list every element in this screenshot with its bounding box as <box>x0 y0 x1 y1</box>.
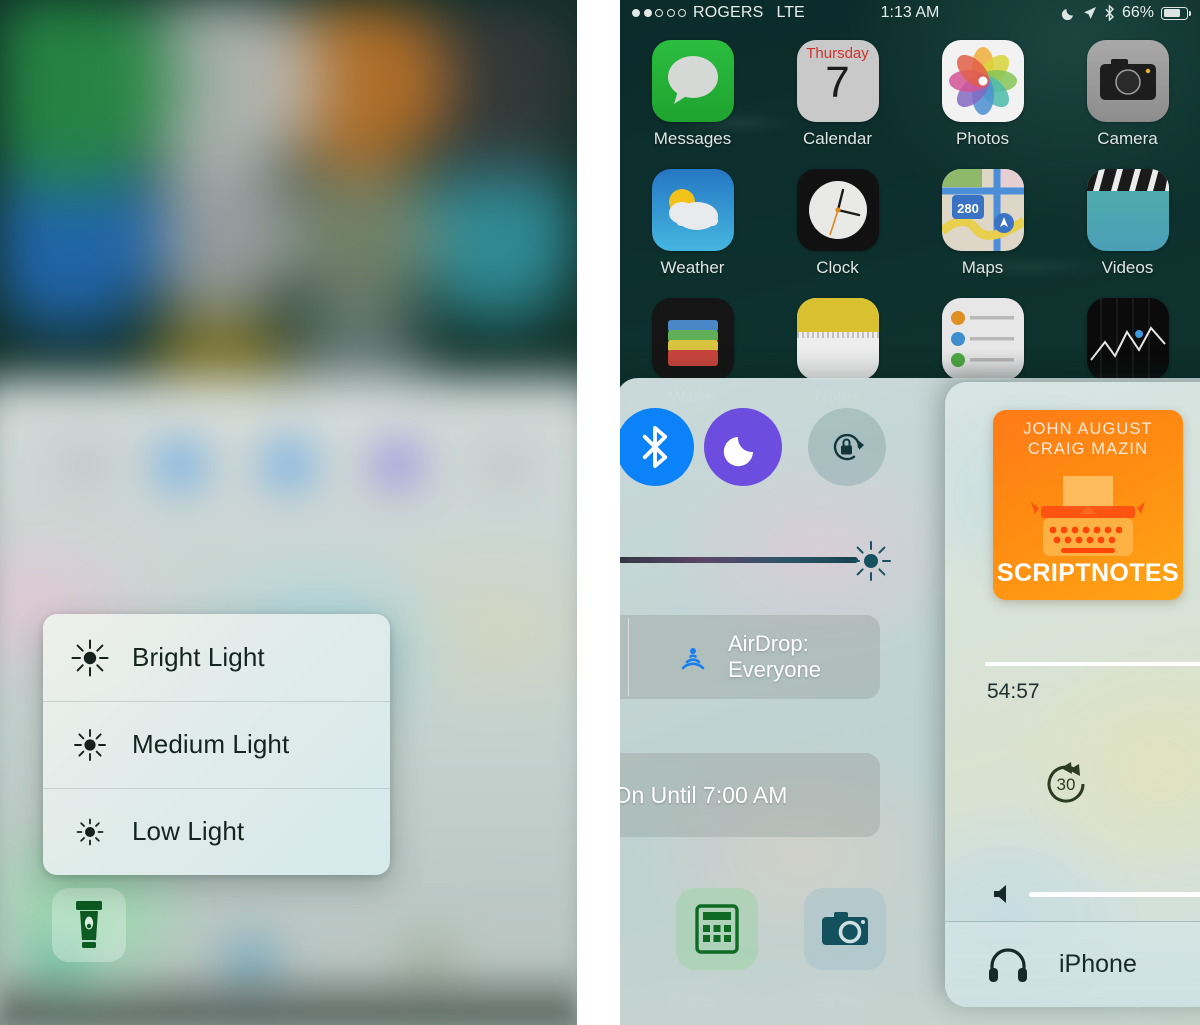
sun-low-icon <box>68 812 112 852</box>
night-shift-label: ft: On Until 7:00 AM <box>620 781 788 808</box>
now-playing-panel: JOHN AUGUST CRAIG MAZIN SCRIPTNOTES 54:5… <box>945 382 1200 1007</box>
night-shift-button[interactable]: ft: On Until 7:00 AM <box>620 753 880 837</box>
notes-icon <box>796 298 879 380</box>
app-label: Photos <box>956 129 1009 148</box>
app-label: Camera <box>1097 129 1158 148</box>
flashlight-icon <box>76 901 102 948</box>
messages-icon <box>651 40 734 122</box>
menu-item-medium-light[interactable]: Medium Light <box>43 701 390 788</box>
clock-icon <box>796 169 879 251</box>
battery-icon <box>1161 6 1191 20</box>
skip-back-30-icon: 30 <box>1047 762 1085 803</box>
airdrop-label-line2: Everyone <box>728 657 821 682</box>
brightness-context-menu[interactable]: Bright Light Medium Light Low Light <box>43 614 390 875</box>
speaker-icon <box>994 885 1006 903</box>
bluetooth-icon <box>1105 5 1115 21</box>
app-clock[interactable]: Clock <box>790 169 886 278</box>
status-bar: ROGERS LTE 1:13 AM 66% <box>620 0 1200 26</box>
volume-slider[interactable] <box>991 882 1200 906</box>
artwork-host-line2: CRAIG MAZIN <box>1027 439 1149 458</box>
sun-icon <box>848 538 894 589</box>
rotation-lock-icon <box>833 433 864 461</box>
bluetooth-toggle[interactable] <box>620 408 694 486</box>
camera-shortcut-button[interactable] <box>804 888 886 970</box>
artwork-host-line1: JOHN AUGUST <box>1023 420 1153 438</box>
album-artwork: JOHN AUGUST CRAIG MAZIN SCRIPTNOTES <box>993 410 1183 600</box>
headphones-icon <box>989 947 1027 982</box>
location-arrow-icon <box>1083 7 1096 19</box>
playback-progress-bar[interactable] <box>985 662 1200 666</box>
camera-icon <box>822 912 868 945</box>
flashlight-shortcut-button[interactable] <box>52 888 126 962</box>
app-row-2: Weather Clock 280 Maps Videos <box>620 169 1200 278</box>
playback-time-label: 54:57 <box>987 680 1040 703</box>
airdrop-divider <box>628 618 629 696</box>
weather-icon <box>651 169 734 251</box>
app-photos[interactable]: Photos <box>935 40 1031 149</box>
app-weather[interactable]: Weather <box>645 169 741 278</box>
airdrop-label-line1: AirDrop: <box>728 631 809 657</box>
artwork-show-title: SCRIPTNOTES <box>996 559 1180 587</box>
do-not-disturb-toggle[interactable] <box>704 408 782 486</box>
artwork-hosts: JOHN AUGUST CRAIG MAZIN <box>993 420 1183 460</box>
menu-item-label: Medium Light <box>132 729 290 759</box>
sun-medium-icon <box>68 725 112 765</box>
control-center-toggles <box>620 408 918 502</box>
network-type-label: LTE <box>776 4 805 21</box>
maps-route-badge: 280 <box>957 201 979 216</box>
maps-icon: 280 <box>941 169 1024 251</box>
app-maps[interactable]: 280 Maps <box>935 169 1031 278</box>
app-label: Messages <box>653 129 732 148</box>
signal-strength-icon <box>632 9 686 17</box>
typewriter-illustration <box>1031 476 1145 556</box>
moon-icon <box>1061 9 1073 20</box>
calendar-day: 7 <box>825 58 850 107</box>
home-screen-grid: Messages Thursday 7 Calendar Photos Came… <box>620 40 1200 427</box>
brightness-slider-track[interactable] <box>620 557 858 563</box>
calculator-icon <box>695 904 739 954</box>
app-label: Clock <box>816 258 859 277</box>
sun-bright-icon <box>68 638 112 678</box>
skip-back-label: 30 <box>1057 775 1076 794</box>
skip-back-30-button[interactable]: 30 <box>1039 757 1093 816</box>
app-row-1: Messages Thursday 7 Calendar Photos Came… <box>620 40 1200 149</box>
app-videos[interactable]: Videos <box>1080 169 1176 278</box>
stocks-icon <box>1086 298 1169 380</box>
screenshot-stage: Bright Light Medium Light Low Light ROGE… <box>0 0 1200 1025</box>
battery-percent-label: 66% <box>1121 4 1154 21</box>
photos-icon <box>941 40 1024 122</box>
app-camera[interactable]: Camera <box>1080 40 1176 149</box>
menu-item-low-light[interactable]: Low Light <box>43 788 390 875</box>
calendar-icon: Thursday 7 <box>796 40 879 122</box>
calculator-shortcut-button[interactable] <box>676 888 758 970</box>
airdrop-button[interactable]: AirDrop: Everyone <box>620 615 880 699</box>
menu-item-bright-light[interactable]: Bright Light <box>43 614 390 701</box>
app-messages[interactable]: Messages <box>645 40 741 149</box>
menu-item-label: Low Light <box>132 816 245 846</box>
panel-gutter <box>577 0 620 1025</box>
airdrop-icon <box>681 648 705 670</box>
app-label: Calendar <box>803 129 872 148</box>
carrier-label: ROGERS <box>693 4 764 21</box>
app-label: Weather <box>660 258 725 277</box>
app-label: Maps <box>961 258 1004 277</box>
airplay-output-row[interactable]: iPhone <box>945 921 1200 1007</box>
app-calendar[interactable]: Thursday 7 Calendar <box>790 40 886 149</box>
rotation-lock-toggle[interactable] <box>808 408 886 486</box>
control-center-shortcuts <box>676 888 886 970</box>
volume-slider-track[interactable] <box>1029 891 1200 897</box>
brightness-slider[interactable] <box>620 540 912 581</box>
airplay-device-label: iPhone <box>1059 950 1137 978</box>
camera-icon <box>1086 40 1169 122</box>
bluetooth-icon <box>642 426 668 468</box>
wallet-icon <box>651 298 734 380</box>
right-screenshot-panel: ROGERS LTE 1:13 AM 66% Messages Thursday… <box>620 0 1200 1025</box>
moon-icon <box>723 437 753 467</box>
app-label: Videos <box>1101 258 1154 277</box>
menu-item-label: Bright Light <box>132 642 265 672</box>
reminders-icon <box>941 298 1024 380</box>
left-screenshot-panel: Bright Light Medium Light Low Light <box>0 0 577 1025</box>
videos-icon <box>1086 169 1169 251</box>
